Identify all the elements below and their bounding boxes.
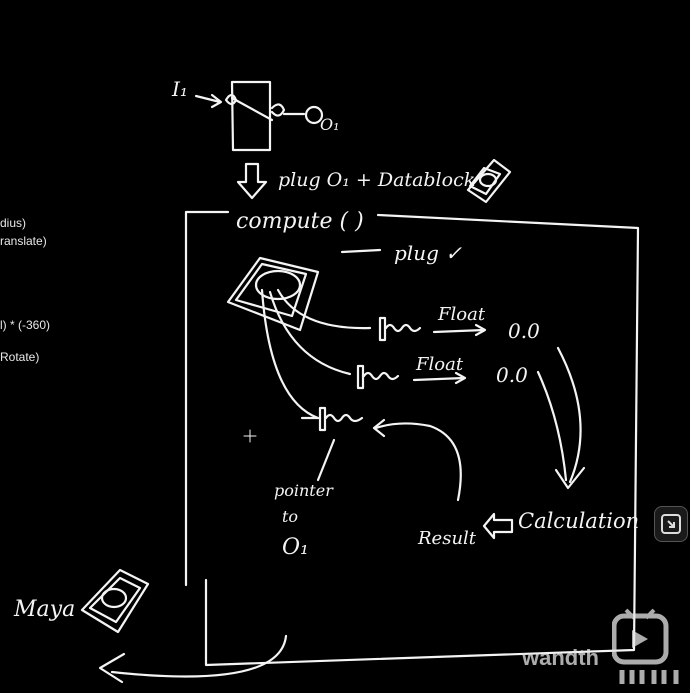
whiteboard-diagram: I₁ O₁ plug O₁ + Datablock compute ( ) pl…: [13, 77, 640, 684]
maya-label: Maya: [13, 597, 75, 622]
down-arrow: [236, 162, 268, 200]
output-label: O₁: [320, 115, 340, 134]
pointer-text-1: pointer: [274, 481, 334, 500]
plug-connector-1: [378, 316, 422, 342]
pointer-text-3: O₁: [282, 535, 309, 560]
watermark-text: wandth: [522, 645, 599, 670]
output-plug: [270, 103, 286, 117]
plug-connector-2: [356, 364, 400, 390]
float-label-2: Float: [415, 354, 464, 375]
plug-check-text: plug ✓: [394, 241, 462, 265]
datablock-icon-top: [466, 158, 512, 204]
plug-datablock-text: plug O₁ + Datablock: [278, 169, 475, 191]
expand-icon: [661, 514, 681, 534]
result-label: Result: [417, 528, 477, 549]
compute-label: compute ( ): [236, 209, 364, 234]
calculation-label: Calculation: [518, 509, 639, 533]
value-2: 0.0: [496, 363, 528, 387]
pointer-text-2: to: [282, 507, 298, 526]
datablock-icon-center: [226, 256, 320, 332]
frame-left: [184, 210, 230, 587]
frame-right: [204, 213, 640, 667]
plug-connector-3: [300, 406, 364, 432]
left-arrow: [482, 512, 514, 540]
bilibili-logo-icon: [612, 608, 679, 684]
value-1: 0.0: [508, 319, 540, 343]
input-label: I₁: [171, 77, 188, 101]
datablock-icon-maya: [80, 568, 150, 634]
expand-button[interactable]: [654, 506, 688, 542]
return-arrow: [110, 634, 288, 678]
cursor-cross-icon: [243, 429, 257, 443]
float-label-1: Float: [437, 304, 486, 325]
